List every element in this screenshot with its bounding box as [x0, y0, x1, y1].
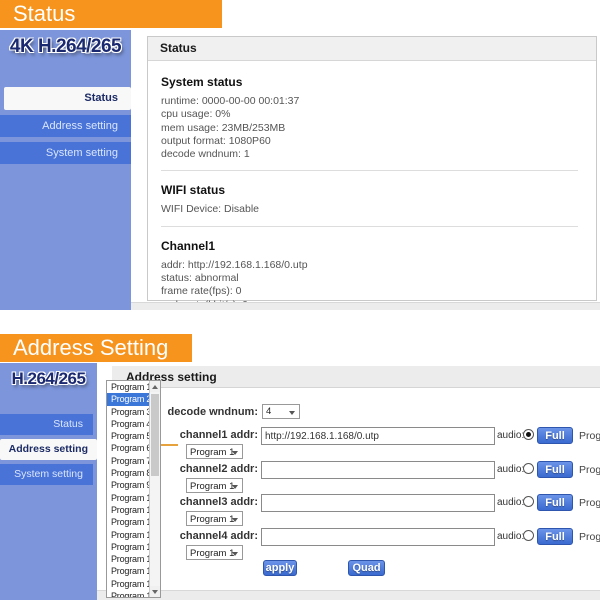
status-line-decode-wndnum: decode wndnum: 1: [161, 148, 580, 161]
chevron-down-icon: [232, 518, 238, 522]
channel4-program-label: Progra: [579, 531, 600, 543]
channel3-addr-input[interactable]: [261, 494, 495, 512]
sidebar-item-address-setting[interactable]: Address setting: [0, 115, 131, 137]
program-listbox: Program 1 Program 2 Program 3 Program 4 …: [106, 380, 161, 598]
channel4-audio-label: audio:: [497, 531, 524, 542]
channel2-addr-input[interactable]: [261, 461, 495, 479]
divider: [161, 170, 578, 171]
sidebar-panel1: 4K H.264/265 Status Address setting Syst…: [0, 30, 131, 310]
list-item-program-17[interactable]: Program 17: [107, 578, 153, 590]
channel4-audio-radio[interactable]: [523, 530, 534, 541]
status-card-header: Status: [148, 37, 596, 61]
channel4-program-select[interactable]: Program 1: [186, 545, 243, 560]
list-item-program-5[interactable]: Program 5: [107, 430, 153, 442]
list-item-program-6[interactable]: Program 6: [107, 442, 153, 454]
status-card: Status System status runtime: 0000-00-00…: [147, 36, 597, 301]
channel2-audio-radio[interactable]: [523, 463, 534, 474]
channel1-full-button[interactable]: Full: [537, 427, 573, 444]
sidebar-item-system-setting[interactable]: System setting: [0, 142, 131, 164]
list-item-program-9[interactable]: Program 9: [107, 479, 153, 491]
channel4-full-button[interactable]: Full: [537, 528, 573, 545]
chevron-down-icon: [232, 485, 238, 489]
channel2-audio-label: audio:: [497, 464, 524, 475]
channel3-program-label: Progra: [579, 497, 600, 509]
status-line-addr: addr: http://192.168.1.168/0.utp: [161, 259, 580, 272]
list-item-program-14[interactable]: Program 14: [107, 541, 153, 553]
list-item-program-3[interactable]: Program 3: [107, 406, 153, 418]
footer-strip-panel1: [131, 302, 600, 310]
device-logo: 4K H.264/265: [0, 36, 131, 58]
listbox-scrollbar[interactable]: [149, 381, 160, 597]
section-title-system-status: System status: [161, 75, 580, 89]
chevron-down-icon: [232, 451, 238, 455]
status-line-mem: mem usage: 23MB/253MB: [161, 122, 580, 135]
list-item-program-13[interactable]: Program 13: [107, 529, 153, 541]
channel3-full-button[interactable]: Full: [537, 494, 573, 511]
channel3-program-select[interactable]: Program 1: [186, 511, 243, 526]
section-title-channel1: Channel1: [161, 239, 580, 253]
quad-button[interactable]: Quad: [348, 560, 385, 576]
channel1-program-select[interactable]: Program 1: [186, 444, 243, 459]
section-title-wifi-status: WIFI status: [161, 183, 580, 197]
device-logo: H.264/265: [0, 369, 97, 389]
channel3-audio-radio[interactable]: [523, 496, 534, 507]
status-line-runtime: runtime: 0000-00-00 00:01:37: [161, 95, 580, 108]
screenshot-stage: Status 4K H.264/265 Status Address setti…: [0, 0, 600, 600]
channel1-audio-label: audio:: [497, 430, 524, 441]
list-item-program-1[interactable]: Program 1: [107, 381, 153, 393]
apply-button[interactable]: apply: [263, 560, 297, 576]
list-item-program-16[interactable]: Program 16: [107, 565, 153, 577]
channel2-full-button[interactable]: Full: [537, 461, 573, 478]
decode-wndnum-select[interactable]: 4: [262, 404, 300, 419]
channel1-addr-input[interactable]: [261, 427, 495, 445]
channel2-program-select[interactable]: Program 1: [186, 478, 243, 493]
address-setting-header: Address setting: [112, 366, 600, 388]
list-item-program-4[interactable]: Program 4: [107, 418, 153, 430]
list-item-program-2-selected[interactable]: Program 2: [107, 393, 153, 405]
scrollbar-thumb[interactable]: [151, 394, 159, 476]
divider: [161, 226, 578, 227]
list-item-program-7[interactable]: Program 7: [107, 455, 153, 467]
channel4-addr-input[interactable]: [261, 528, 495, 546]
status-line-status: status: abnormal: [161, 272, 580, 285]
scroll-down-icon[interactable]: [150, 586, 160, 597]
status-line-frame-rate: frame rate(fps): 0: [161, 285, 580, 298]
channel3-row: channel3 addr: audio: Full Progra Progra…: [0, 494, 600, 528]
channel2-program-label: Progra: [579, 464, 600, 476]
status-line-output-format: output format: 1080P60: [161, 135, 580, 148]
chevron-down-icon: [232, 552, 238, 556]
list-item-program-10[interactable]: Program 10: [107, 492, 153, 504]
footer-strip-panel2: [97, 590, 600, 600]
channel1-row: channel1 addr: audio: Full Progra Progra…: [0, 427, 600, 461]
channel4-row: channel4 addr: audio: Full Progra Progra…: [0, 528, 600, 562]
status-banner-title: Status: [0, 0, 222, 28]
chevron-down-icon: [289, 411, 295, 415]
status-line-cpu: cpu usage: 0%: [161, 108, 580, 121]
sidebar-item-status[interactable]: Status: [4, 87, 131, 110]
list-item-program-8[interactable]: Program 8: [107, 467, 153, 479]
status-line-wifi-device: WIFI Device: Disable: [161, 203, 580, 216]
scroll-up-icon[interactable]: [150, 381, 160, 392]
address-setting-banner-title: Address Setting: [0, 334, 192, 362]
list-item-program-18[interactable]: Program 18: [107, 590, 153, 598]
list-item-program-15[interactable]: Program 15: [107, 553, 153, 565]
channel1-audio-radio[interactable]: [523, 429, 534, 440]
channel1-program-label: Progra: [579, 430, 600, 442]
channel2-row: channel2 addr: audio: Full Progra Progra…: [0, 461, 600, 495]
list-item-program-11[interactable]: Program 11: [107, 504, 153, 516]
list-item-program-12[interactable]: Program 12: [107, 516, 153, 528]
channel3-audio-label: audio:: [497, 497, 524, 508]
